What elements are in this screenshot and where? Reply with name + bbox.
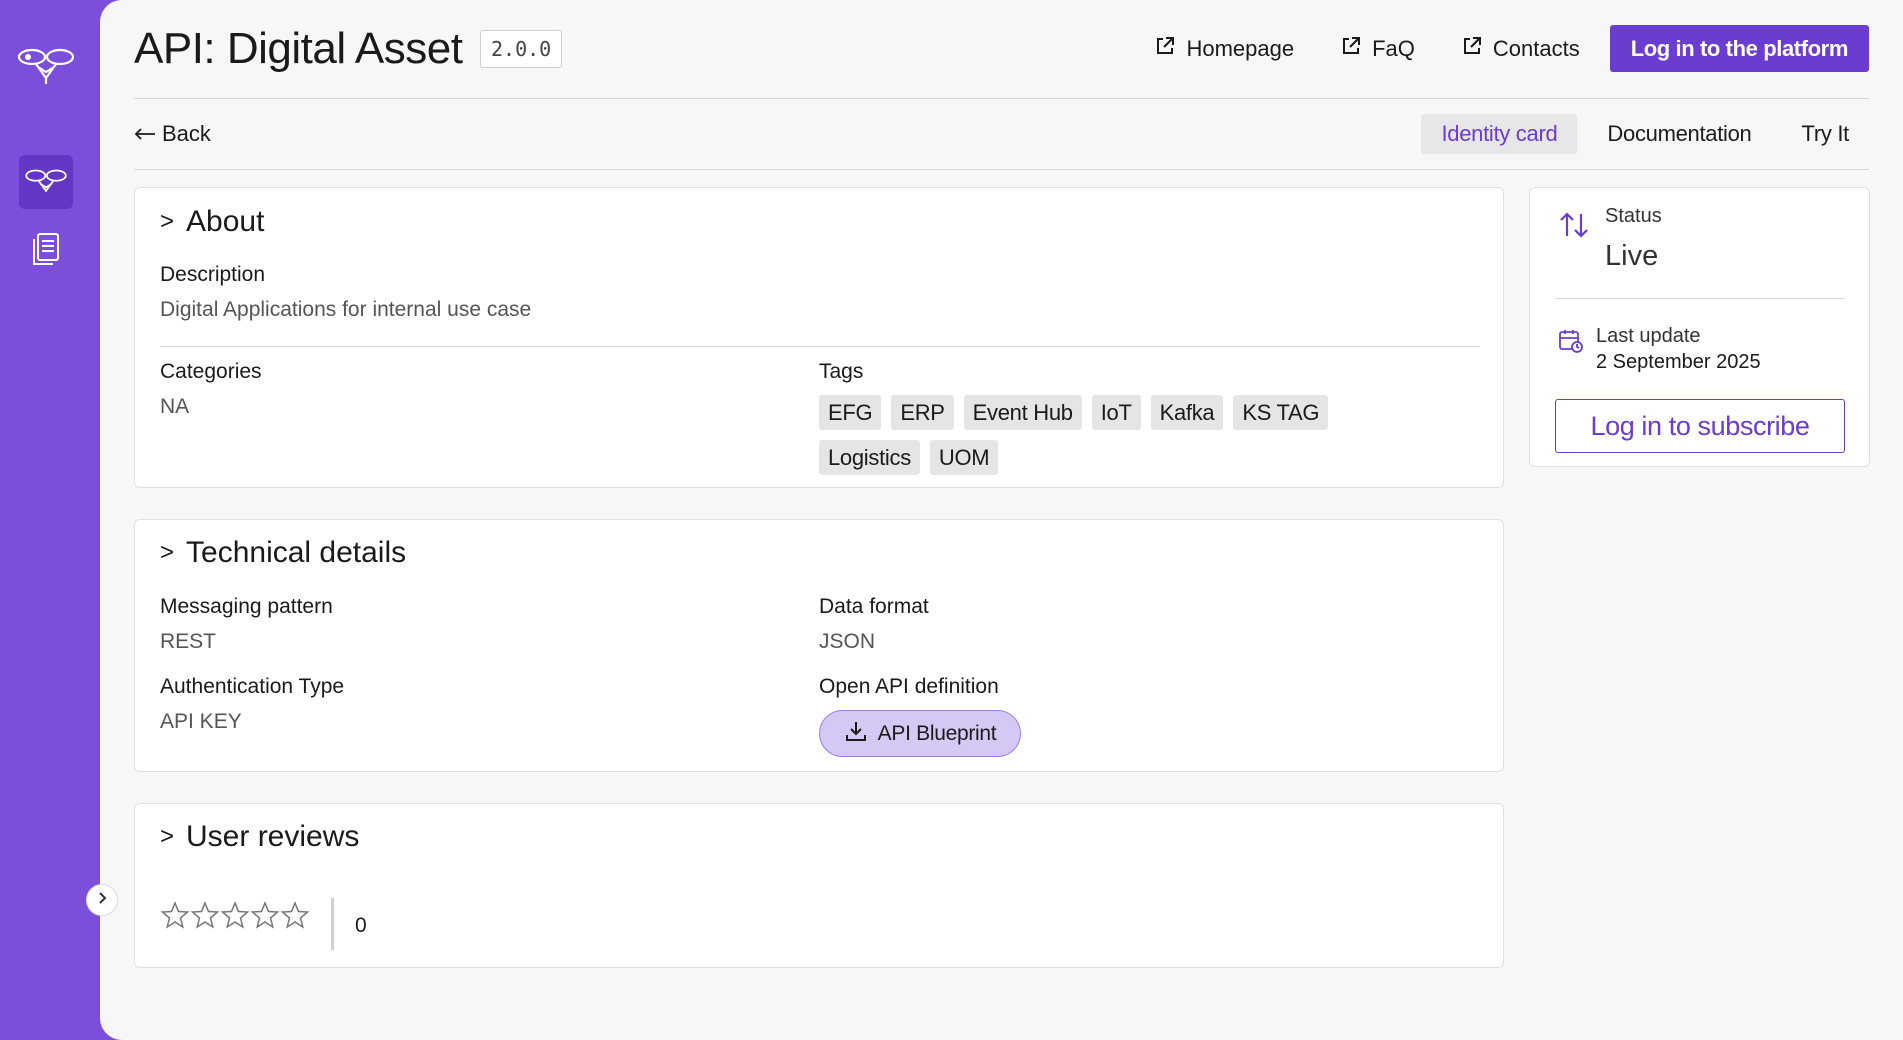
- back-link[interactable]: Back: [134, 121, 211, 147]
- status-card: Status Live Last update 2 September 2025…: [1529, 187, 1870, 467]
- page-title: API: Digital Asset: [134, 24, 463, 73]
- star-icon[interactable]: [220, 900, 250, 930]
- login-platform-button[interactable]: Log in to the platform: [1609, 25, 1869, 72]
- sidebar-item-apis[interactable]: [19, 155, 73, 209]
- header-links: Homepage FaQ Contacts Log in to the plat…: [1154, 25, 1869, 72]
- status-label: Status: [1605, 205, 1662, 227]
- download-icon: [844, 719, 878, 749]
- chevron-right-icon: >: [160, 823, 175, 850]
- tab-documentation[interactable]: Documentation: [1587, 114, 1771, 154]
- auth-type-label: Authentication Type: [160, 675, 345, 698]
- page-header: API: Digital Asset 2.0.0 Homepage FaQ Co…: [134, 0, 1869, 99]
- bee-icon: [24, 161, 68, 204]
- tags-label: Tags: [819, 360, 864, 383]
- contacts-link[interactable]: Contacts: [1461, 35, 1580, 63]
- arrows-up-down-icon: [1557, 208, 1591, 247]
- faq-link[interactable]: FaQ: [1340, 35, 1415, 63]
- homepage-link-label: Homepage: [1186, 35, 1295, 61]
- external-link-icon: [1340, 35, 1372, 63]
- tag: ERP: [891, 395, 954, 430]
- description-value: Digital Applications for internal use ca…: [160, 298, 532, 321]
- contacts-link-label: Contacts: [1492, 35, 1580, 61]
- openapi-label: Open API definition: [819, 675, 999, 698]
- homepage-link[interactable]: Homepage: [1154, 35, 1294, 63]
- description-label: Description: [160, 263, 266, 286]
- tag: EFG: [819, 395, 882, 430]
- tab-try-it[interactable]: Try It: [1782, 114, 1870, 154]
- chevron-right-icon: >: [160, 208, 175, 235]
- reviews-section-header[interactable]: > User reviews: [160, 820, 359, 854]
- messaging-pattern-label: Messaging pattern: [160, 595, 333, 618]
- tag: IoT: [1091, 395, 1141, 430]
- sidebar-item-documents[interactable]: [19, 224, 73, 278]
- chevron-right-icon: [95, 891, 109, 910]
- tag: KS TAG: [1233, 395, 1329, 430]
- arrow-left-icon: [134, 121, 162, 147]
- sub-navigation: Back Identity card Documentation Try It: [134, 99, 1869, 170]
- tab-identity-card[interactable]: Identity card: [1421, 114, 1578, 154]
- tag: Kafka: [1150, 395, 1224, 430]
- calendar-icon: [1558, 328, 1584, 359]
- main-panel: API: Digital Asset 2.0.0 Homepage FaQ Co…: [100, 0, 1903, 1040]
- data-format-value: JSON: [819, 630, 876, 653]
- sidebar-toggle-button[interactable]: [86, 884, 118, 916]
- tag: Logistics: [819, 440, 920, 475]
- technical-section-header[interactable]: > Technical details: [160, 536, 406, 570]
- tag: Event Hub: [963, 395, 1082, 430]
- tag-list: EFG ERP Event Hub IoT Kafka KS TAG Logis…: [819, 395, 1359, 485]
- star-icon[interactable]: [250, 900, 280, 930]
- status-value: Live: [1605, 240, 1659, 272]
- technical-title: Technical details: [186, 536, 407, 569]
- categories-value: NA: [160, 395, 190, 418]
- last-update-label: Last update: [1596, 325, 1701, 347]
- external-link-icon: [1154, 35, 1186, 63]
- auth-type-value: API KEY: [160, 710, 242, 733]
- user-reviews-card: > User reviews 0: [134, 803, 1504, 968]
- tab-bar: Identity card Documentation Try It: [1411, 114, 1869, 154]
- star-icon[interactable]: [280, 900, 310, 930]
- bee-logo-icon[interactable]: [16, 38, 76, 88]
- star-icon[interactable]: [160, 900, 190, 930]
- reviews-title: User reviews: [186, 820, 360, 853]
- about-section-header[interactable]: > About: [160, 205, 264, 239]
- about-card: > About Description Digital Applications…: [134, 187, 1504, 488]
- star-rating[interactable]: [160, 900, 310, 930]
- api-blueprint-button[interactable]: API Blueprint: [819, 710, 1021, 757]
- star-icon[interactable]: [190, 900, 220, 930]
- back-label: Back: [162, 121, 211, 146]
- login-subscribe-button[interactable]: Log in to subscribe: [1555, 399, 1845, 453]
- external-link-icon: [1461, 35, 1493, 63]
- last-update-value: 2 September 2025: [1596, 351, 1761, 373]
- categories-label: Categories: [160, 360, 262, 383]
- messaging-pattern-value: REST: [160, 630, 217, 653]
- version-badge: 2.0.0: [480, 30, 563, 68]
- about-title: About: [186, 205, 265, 238]
- review-divider: [331, 898, 334, 950]
- divider: [1555, 298, 1845, 299]
- technical-details-card: > Technical details Messaging pattern RE…: [134, 519, 1504, 772]
- sidebar: [0, 0, 100, 1040]
- documents-icon: [31, 232, 61, 271]
- data-format-label: Data format: [819, 595, 929, 618]
- tag: UOM: [929, 440, 999, 475]
- api-blueprint-label: API Blueprint: [877, 721, 997, 745]
- faq-link-label: FaQ: [1372, 35, 1415, 61]
- divider: [160, 346, 1480, 347]
- review-count: 0: [355, 914, 367, 937]
- chevron-right-icon: >: [160, 539, 175, 566]
